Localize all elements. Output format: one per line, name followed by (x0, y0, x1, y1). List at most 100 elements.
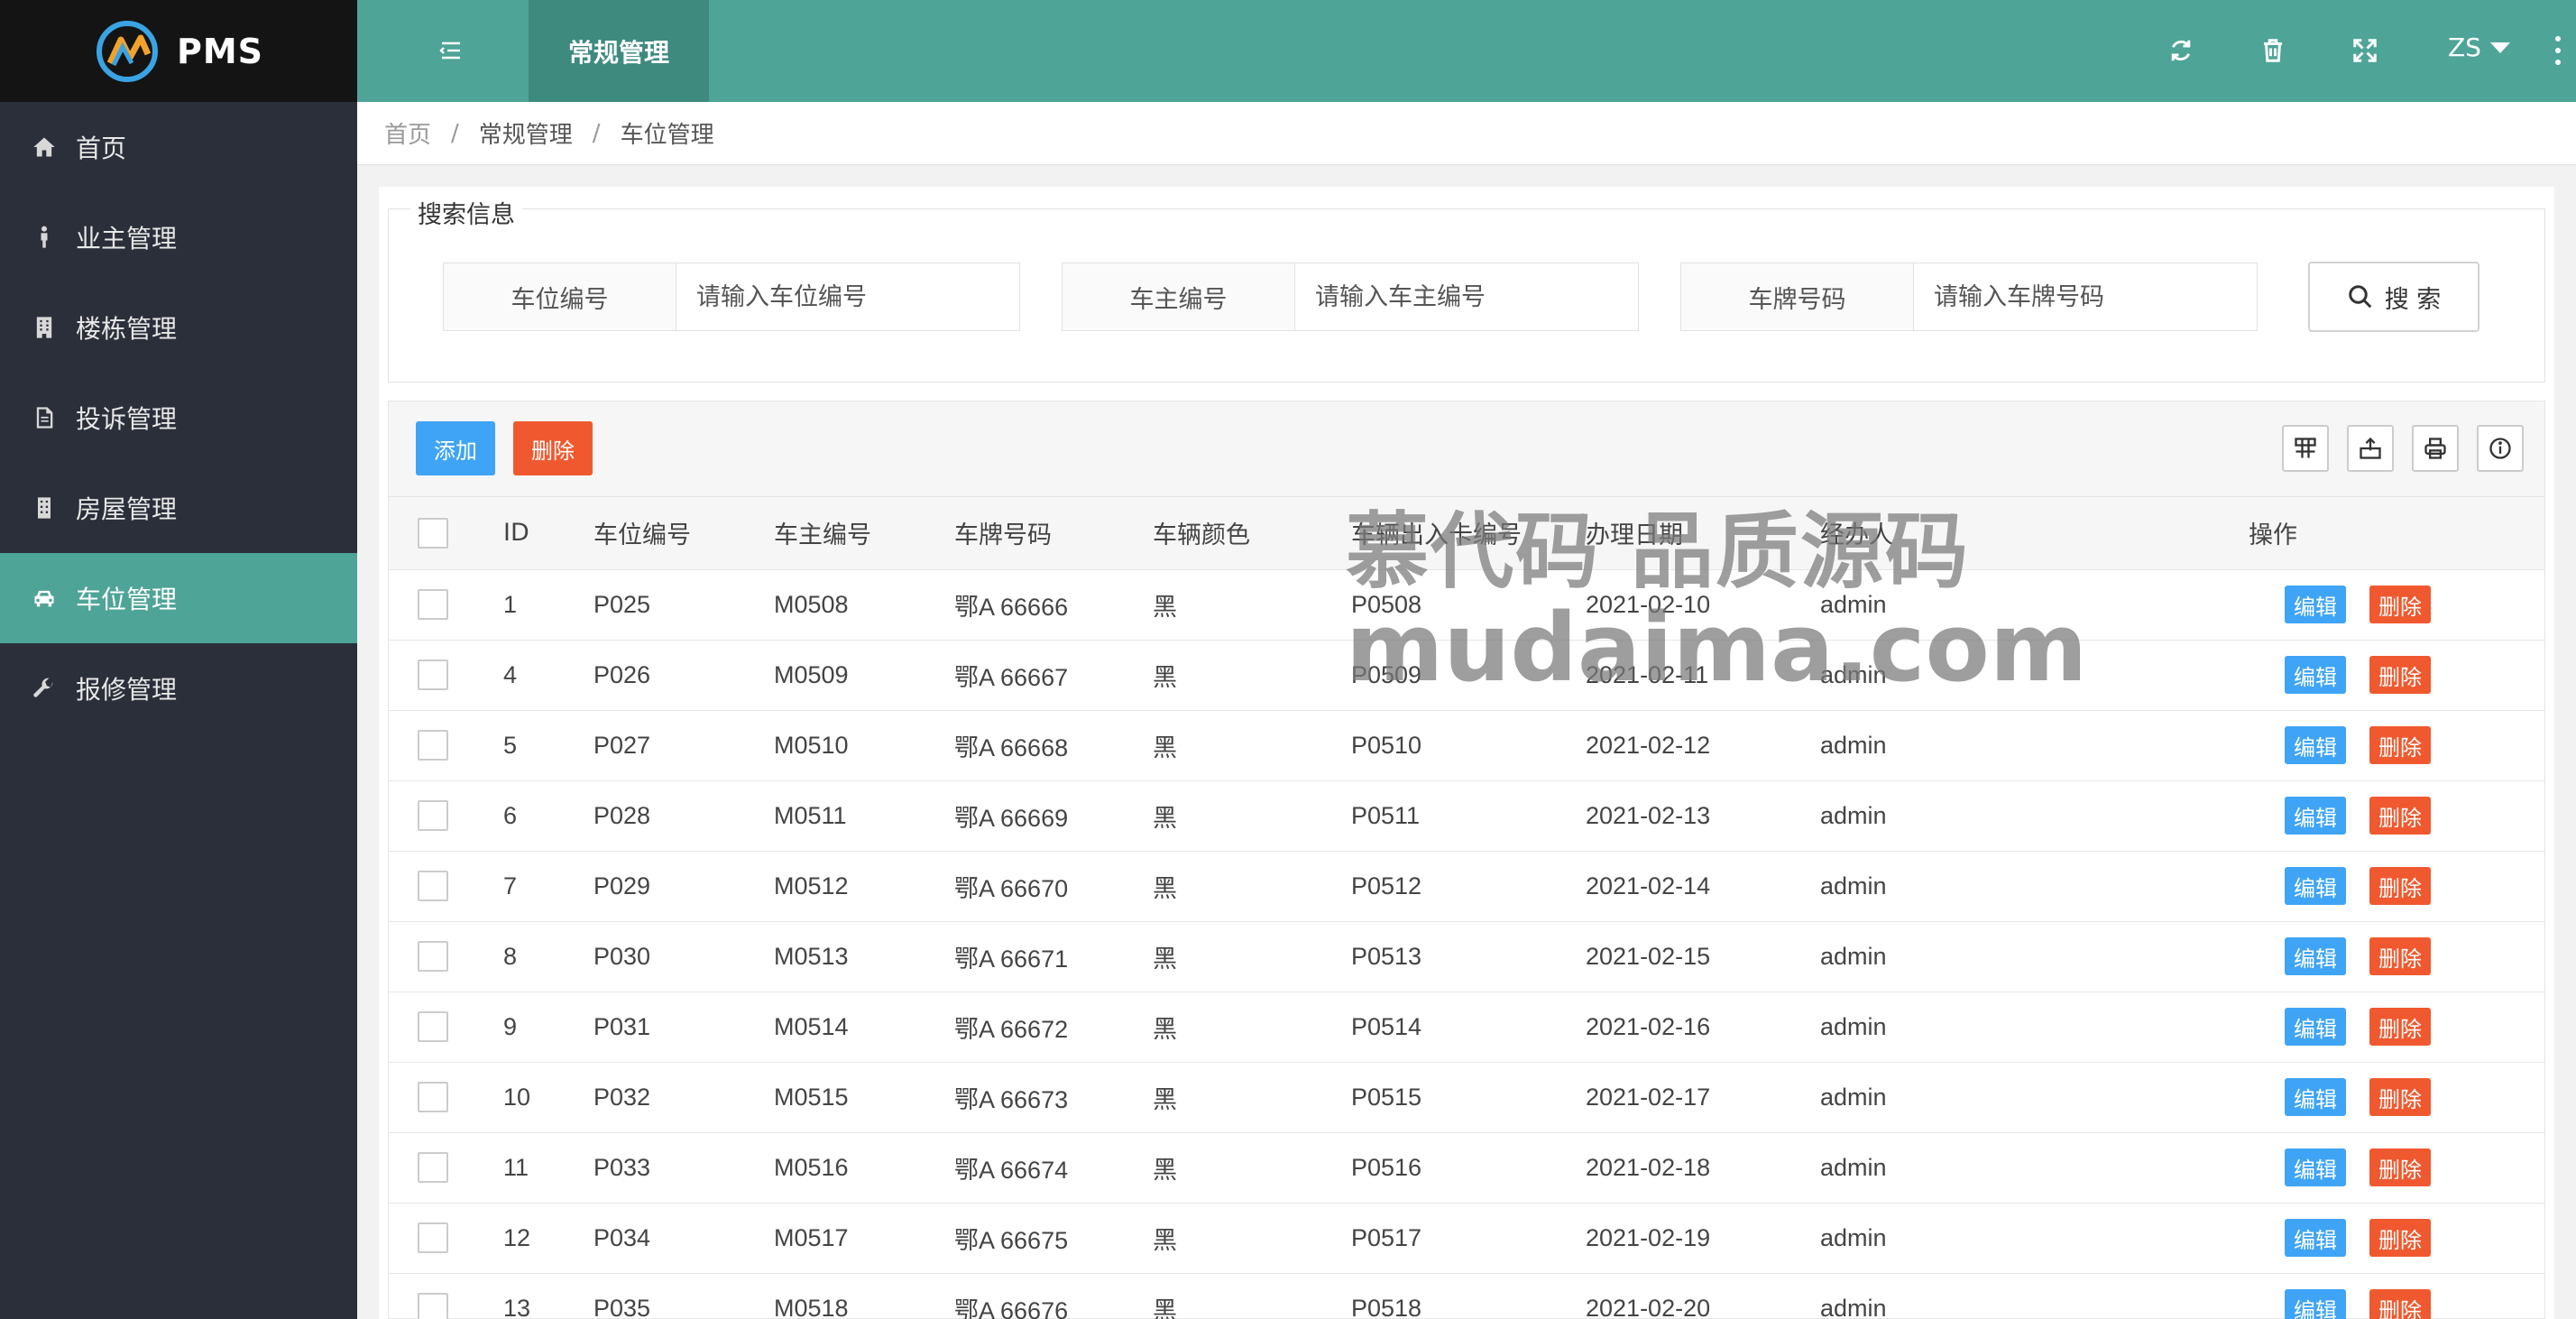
edit-button[interactable]: 编辑 (2285, 867, 2346, 905)
print-icon[interactable] (2412, 425, 2459, 472)
cell-owner: M0517 (774, 1203, 954, 1274)
tab-general-management[interactable]: 常规管理 (529, 0, 709, 102)
delete-button[interactable]: 删除 (2369, 1148, 2431, 1186)
edit-button[interactable]: 编辑 (2285, 1219, 2346, 1257)
sidebar-item-houses[interactable]: 房屋管理 (0, 463, 357, 553)
row-checkbox[interactable] (418, 1011, 448, 1042)
column-header-id[interactable]: ID (503, 497, 593, 570)
edit-button[interactable]: 编辑 (2285, 797, 2346, 835)
breadcrumb-separator: / (592, 119, 601, 147)
cell-id: 8 (503, 921, 593, 992)
cell-date: 2021-02-15 (1586, 921, 1820, 992)
cell-owner: M0514 (774, 992, 954, 1063)
column-header-agent[interactable]: 经办人 (1820, 497, 2100, 570)
edit-button[interactable]: 编辑 (2285, 1289, 2346, 1319)
delete-button[interactable]: 删除 (2369, 867, 2431, 905)
delete-button[interactable]: 删除 (2369, 726, 2431, 764)
column-header-date[interactable]: 办理日期 (1586, 497, 1820, 570)
owner-number-input[interactable] (1295, 263, 1638, 330)
field-label: 车位编号 (444, 263, 676, 330)
table-row: 9 P031 M0514 鄂A 66672 黑 P0514 2021-02-16… (389, 992, 2544, 1063)
cell-card: P0517 (1351, 1203, 1586, 1274)
spot-number-input[interactable] (676, 263, 1019, 330)
plate-number-input[interactable] (1914, 263, 2257, 330)
row-checkbox[interactable] (418, 1293, 448, 1319)
sidebar-item-home[interactable]: 首页 (0, 102, 357, 192)
edit-button[interactable]: 编辑 (2285, 586, 2346, 623)
sidebar-item-label: 首页 (76, 134, 127, 163)
breadcrumb-home[interactable]: 首页 (384, 116, 431, 150)
refresh-icon[interactable] (2165, 34, 2197, 67)
search-legend: 搜索信息 (410, 195, 522, 230)
delete-button[interactable]: 删除 (2369, 656, 2431, 694)
row-checkbox[interactable] (418, 730, 448, 761)
sidebar-item-repairs[interactable]: 报修管理 (0, 643, 357, 733)
row-checkbox[interactable] (418, 800, 448, 831)
trash-icon[interactable] (2257, 34, 2289, 67)
menu-toggle-icon[interactable] (433, 34, 465, 67)
search-button[interactable]: 搜 索 (2308, 262, 2479, 332)
sidebar-item-label: 楼栋管理 (76, 314, 178, 344)
cell-spot: P030 (593, 921, 774, 992)
row-checkbox[interactable] (418, 660, 448, 690)
fullscreen-icon[interactable] (2349, 34, 2381, 67)
delete-button[interactable]: 删除 (2369, 797, 2431, 835)
delete-button[interactable]: 删除 (2369, 1219, 2431, 1257)
batch-delete-button[interactable]: 删除 (513, 421, 593, 475)
sidebar-item-complaints[interactable]: 投诉管理 (0, 373, 357, 463)
cell-owner: M0511 (774, 780, 954, 852)
delete-button[interactable]: 删除 (2369, 937, 2431, 975)
sidebar-item-owners[interactable]: 业主管理 (0, 192, 357, 282)
person-icon (31, 224, 58, 251)
edit-button[interactable]: 编辑 (2285, 1008, 2346, 1046)
row-checkbox[interactable] (418, 1222, 448, 1253)
user-menu[interactable]: ZS (2448, 32, 2510, 62)
column-header-plate[interactable]: 车牌号码 (954, 497, 1153, 570)
edit-button[interactable]: 编辑 (2285, 937, 2346, 975)
row-checkbox[interactable] (418, 589, 448, 620)
delete-button[interactable]: 删除 (2369, 1289, 2431, 1319)
breadcrumb-section[interactable]: 常规管理 (479, 116, 573, 150)
cell-agent: admin (1820, 1203, 2100, 1274)
info-icon[interactable] (2477, 425, 2524, 472)
edit-button[interactable]: 编辑 (2285, 726, 2346, 764)
cell-spot: P027 (593, 710, 774, 781)
add-button[interactable]: 添加 (416, 421, 495, 475)
cell-owner: M0508 (774, 569, 954, 641)
delete-button[interactable]: 删除 (2369, 586, 2431, 623)
row-checkbox[interactable] (418, 1082, 448, 1112)
sidebar-item-buildings[interactable]: 楼栋管理 (0, 282, 357, 373)
table-row: 7 P029 M0512 鄂A 66670 黑 P0512 2021-02-14… (389, 851, 2544, 922)
row-checkbox[interactable] (418, 871, 448, 901)
row-checkbox[interactable] (418, 941, 448, 972)
logo[interactable]: PMS (0, 0, 357, 102)
cell-plate: 鄂A 66666 (954, 569, 1153, 641)
columns-filter-icon[interactable] (2282, 425, 2329, 472)
cell-color: 黑 (1153, 640, 1351, 711)
cell-color: 黑 (1153, 921, 1351, 992)
delete-button[interactable]: 删除 (2369, 1008, 2431, 1046)
delete-button[interactable]: 删除 (2369, 1078, 2431, 1116)
cell-id: 9 (503, 992, 593, 1063)
caret-down-icon (2489, 42, 2510, 53)
column-header-card[interactable]: 车辆出入卡编号 (1351, 497, 1586, 570)
breadcrumb-separator: / (451, 119, 459, 147)
export-icon[interactable] (2347, 425, 2394, 472)
cell-plate: 鄂A 66670 (954, 851, 1153, 922)
more-icon[interactable] (2554, 36, 2562, 65)
edit-button[interactable]: 编辑 (2285, 656, 2346, 694)
cell-color: 黑 (1153, 992, 1351, 1063)
column-header-color[interactable]: 车辆颜色 (1153, 497, 1351, 570)
column-header-owner[interactable]: 车主编号 (774, 497, 954, 570)
edit-button[interactable]: 编辑 (2285, 1148, 2346, 1186)
document-icon (31, 404, 58, 431)
sidebar-item-parking[interactable]: 车位管理 (0, 553, 357, 643)
cell-id: 11 (503, 1132, 593, 1204)
select-all-checkbox[interactable] (418, 517, 448, 549)
edit-button[interactable]: 编辑 (2285, 1078, 2346, 1116)
row-checkbox[interactable] (418, 1152, 448, 1183)
column-header-spot[interactable]: 车位编号 (593, 497, 774, 570)
cell-card: P0510 (1351, 710, 1586, 781)
table-toolbar: 添加 删除 (389, 401, 2544, 497)
table-row: 6 P028 M0511 鄂A 66669 黑 P0511 2021-02-13… (389, 780, 2544, 852)
